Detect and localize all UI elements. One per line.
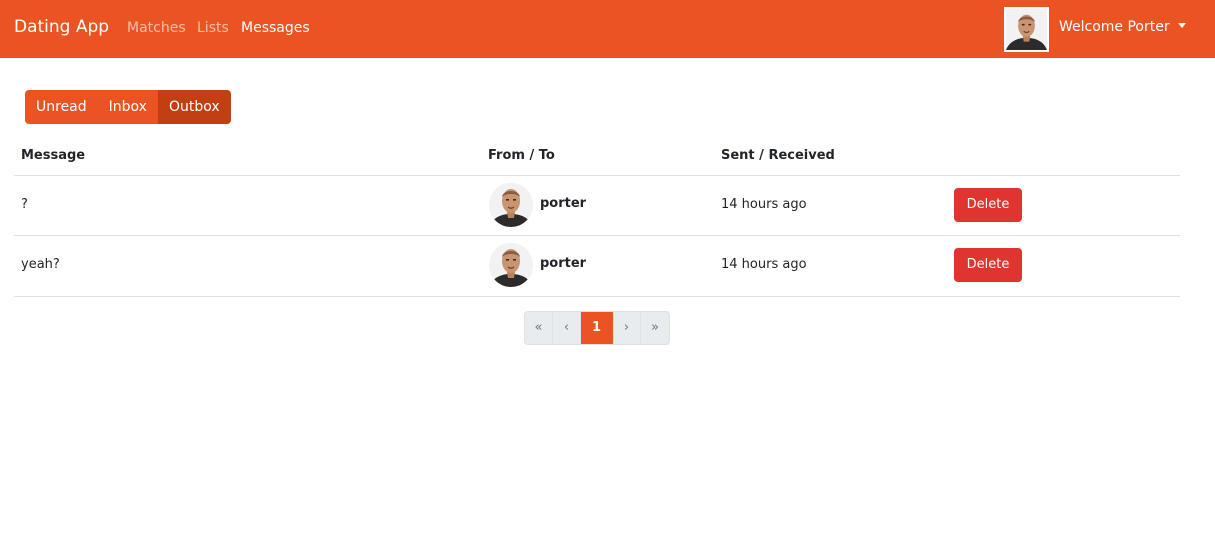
column-header-message: Message (21, 148, 86, 163)
next-page-button[interactable]: › (613, 312, 641, 344)
page-button-current[interactable]: 1 (581, 312, 613, 344)
message-time: 14 hours ago (721, 257, 807, 272)
message-container-tabs: Unread Inbox Outbox (25, 90, 231, 124)
user-avatar (1004, 7, 1049, 52)
user-photo-icon (489, 243, 533, 287)
sender-username: porter (540, 196, 587, 211)
table-row[interactable]: ? porter 14 hours ago Delete (0, 176, 1215, 236)
last-page-button[interactable]: » (641, 312, 669, 344)
delete-button[interactable]: Delete (954, 248, 1022, 282)
sender-avatar (489, 243, 533, 287)
caret-down-icon (1177, 23, 1186, 28)
column-header-from-to: From / To (488, 148, 555, 163)
sender-username: porter (540, 256, 587, 271)
tab-unread[interactable]: Unread (25, 90, 98, 124)
tab-outbox[interactable]: Outbox (157, 90, 231, 124)
user-photo-icon (489, 183, 533, 227)
column-header-sent-received: Sent / Received (721, 148, 835, 163)
table-divider (14, 296, 1180, 297)
user-menu-toggle[interactable]: Welcome Porter (1059, 19, 1186, 35)
previous-page-button[interactable]: ‹ (553, 312, 581, 344)
table-row[interactable]: yeah? porter 14 hours ago Delete (0, 236, 1215, 296)
top-navbar: Dating App Matches Lists Messages Welcom… (0, 0, 1215, 58)
nav-link-lists[interactable]: Lists (197, 20, 229, 36)
nav-link-messages[interactable]: Messages (241, 20, 310, 36)
tab-inbox[interactable]: Inbox (97, 90, 158, 124)
message-time: 14 hours ago (721, 197, 807, 212)
user-photo-icon (1006, 9, 1047, 50)
message-content: ? (21, 197, 28, 212)
delete-button[interactable]: Delete (954, 188, 1022, 222)
pagination: « ‹ 1 › » (524, 311, 670, 345)
message-content: yeah? (21, 257, 60, 272)
brand-logo[interactable]: Dating App (14, 17, 109, 37)
sender-avatar (489, 183, 533, 227)
nav-link-matches[interactable]: Matches (127, 20, 186, 36)
first-page-button[interactable]: « (525, 312, 553, 344)
welcome-text: Welcome Porter (1059, 19, 1170, 35)
